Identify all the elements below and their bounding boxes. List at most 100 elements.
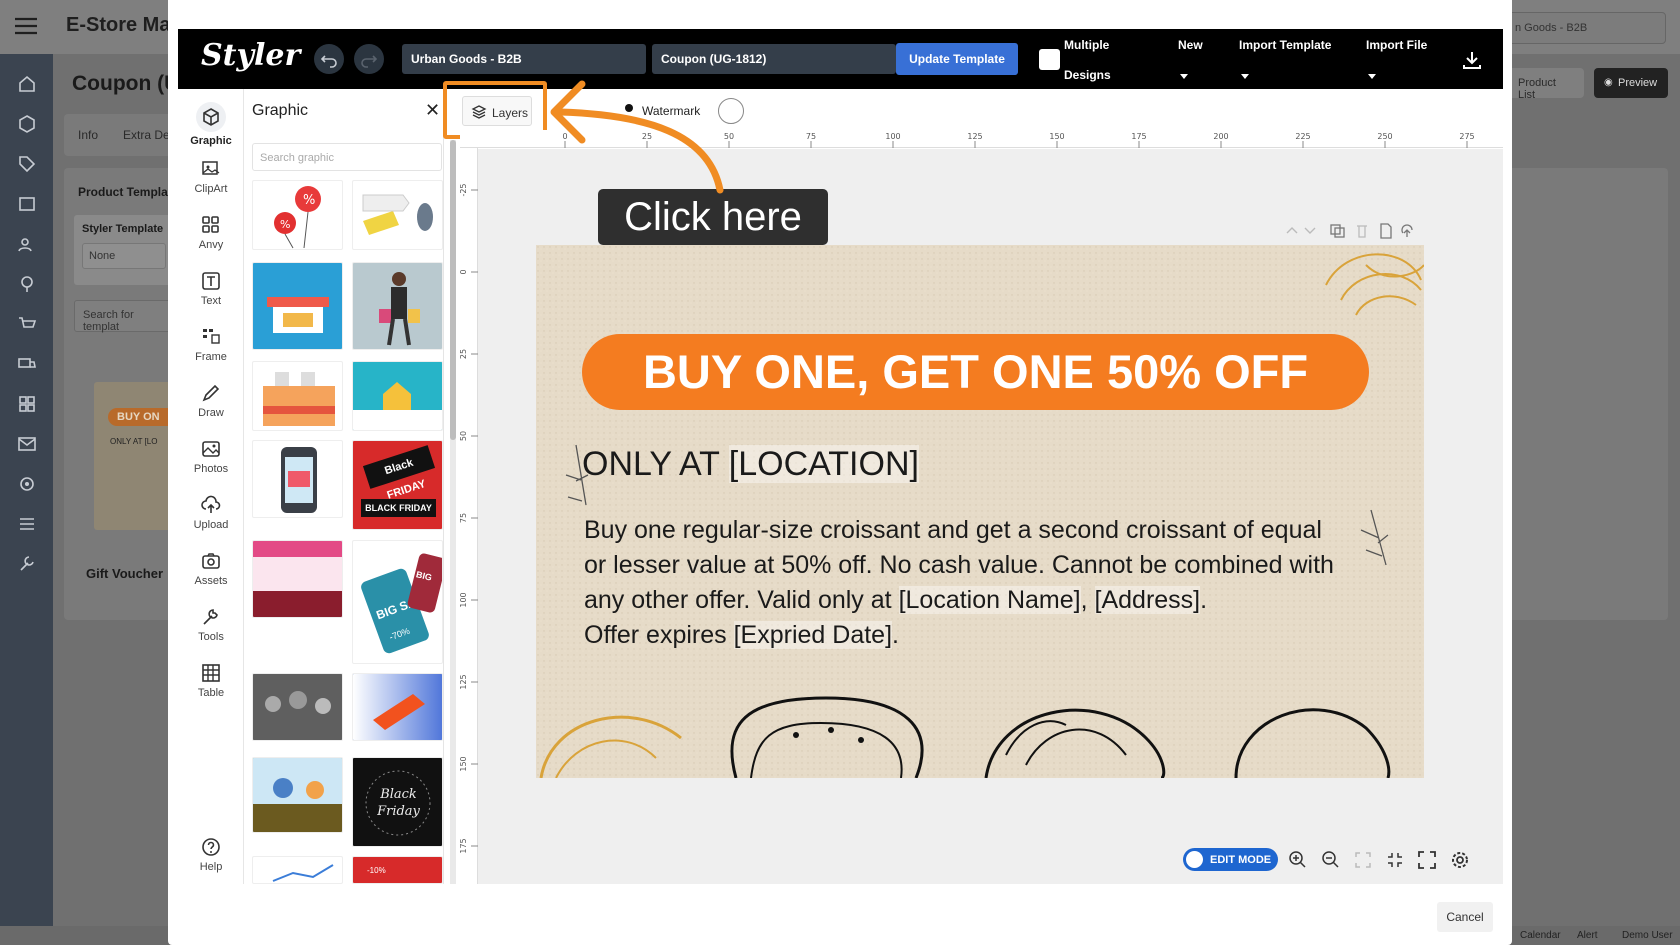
graphic-real-estate[interactable] xyxy=(352,361,443,431)
coupon-design[interactable]: BUY ONE, GET ONE 50% OFF ONLY AT [LOCATI… xyxy=(536,245,1424,778)
rail-item-table[interactable]: Table xyxy=(178,662,244,699)
preview-label: Preview xyxy=(1618,77,1658,89)
new-caret-icon[interactable] xyxy=(1180,74,1188,79)
zoom-in-icon[interactable] xyxy=(1286,848,1310,872)
zoom-out-icon[interactable] xyxy=(1319,848,1343,872)
click-here-tooltip: Click here xyxy=(598,189,828,245)
gear-icon[interactable] xyxy=(1448,848,1472,872)
styler-template-select[interactable]: None xyxy=(82,243,166,269)
graphic-balloons[interactable]: %% xyxy=(252,180,343,250)
grid-icon xyxy=(200,214,222,236)
graphic-pink-store[interactable] xyxy=(252,540,343,618)
sliders-icon[interactable] xyxy=(17,514,37,534)
import-file-caret-icon[interactable] xyxy=(1368,74,1376,79)
rail-item-anvy[interactable]: Anvy xyxy=(178,214,244,251)
ruler-h-label: 150 xyxy=(1049,132,1064,141)
home-icon[interactable] xyxy=(17,74,37,94)
cart-icon[interactable] xyxy=(17,314,37,334)
product-list-button[interactable]: Product List xyxy=(1508,68,1584,101)
image-icon[interactable] xyxy=(17,194,37,214)
truck-icon[interactable] xyxy=(17,354,37,374)
apps-icon[interactable] xyxy=(17,394,37,414)
users-icon[interactable] xyxy=(17,234,37,254)
tab-info[interactable]: Info xyxy=(78,128,98,142)
mail-icon[interactable] xyxy=(17,434,37,454)
rail-item-tools[interactable]: Tools xyxy=(178,606,244,643)
footer-calendar[interactable]: Calendar xyxy=(1520,930,1561,941)
location-token: [LOCATION] xyxy=(728,445,919,483)
ruler-v-label: 25 xyxy=(459,349,468,359)
tag-icon[interactable] xyxy=(17,154,37,174)
hamburger-icon[interactable] xyxy=(14,16,38,36)
ruler-v-label: 150 xyxy=(459,756,468,771)
rail-item-draw[interactable]: Draw xyxy=(178,382,244,419)
graphic-black-friday[interactable]: Black FRIDAY BLACK FRIDAY xyxy=(352,440,443,530)
rail-item-help[interactable]: Help xyxy=(178,836,244,873)
graphic-mobile-shop[interactable] xyxy=(252,440,343,518)
rail-item-photos[interactable]: Photos xyxy=(178,438,244,475)
cancel-button[interactable]: Cancel xyxy=(1437,902,1493,932)
rail-item-upload[interactable]: Upload xyxy=(178,494,244,531)
import-template-menu[interactable]: Import Template xyxy=(1239,38,1331,52)
fullscreen-icon[interactable] xyxy=(1415,848,1439,872)
tab-extra[interactable]: Extra De xyxy=(123,128,170,142)
download-icon[interactable] xyxy=(1461,49,1483,71)
coupon-body[interactable]: Buy one regular-size croissant and get a… xyxy=(584,513,1384,653)
graphic-online-store[interactable] xyxy=(252,262,343,350)
rail-item-label: Tools xyxy=(198,631,224,643)
coupon-banner[interactable]: BUY ONE, GET ONE 50% OFF xyxy=(582,334,1369,410)
svg-text:%: % xyxy=(303,193,315,208)
template-search[interactable]: Search for templat xyxy=(74,300,174,333)
gift-voucher-thumbnail[interactable]: BUY ON ONLY AT [LO xyxy=(94,382,174,530)
graphic-crowd[interactable] xyxy=(252,673,343,741)
wrench-icon[interactable] xyxy=(17,554,37,574)
import-file-menu[interactable]: Import File xyxy=(1366,38,1427,52)
rail-item-clipart[interactable]: ClipArt xyxy=(178,158,244,195)
update-template-button[interactable]: Update Template xyxy=(896,43,1018,75)
fit-icon[interactable] xyxy=(1351,848,1375,872)
store-select[interactable]: n Goods - B2B xyxy=(1506,12,1666,44)
settings-icon[interactable] xyxy=(17,474,37,494)
graphic-orange-tag[interactable] xyxy=(352,673,443,741)
footer-alert[interactable]: Alert xyxy=(1577,930,1598,941)
undo-button[interactable] xyxy=(314,44,344,74)
rail-item-label: Text xyxy=(200,295,222,307)
new-menu[interactable]: New xyxy=(1178,38,1203,52)
close-icon[interactable]: ✕ xyxy=(425,100,440,121)
rail-item-frame[interactable]: Frame xyxy=(178,326,244,363)
graphic-discount[interactable]: -10% xyxy=(352,856,443,884)
coupon-line-4: Offer expires [Expried Date]. xyxy=(584,618,1384,653)
coupon-location[interactable]: ONLY AT [LOCATION] xyxy=(582,445,919,484)
shrink-icon[interactable] xyxy=(1383,848,1407,872)
rail-item-text[interactable]: Text xyxy=(178,270,244,307)
location-icon[interactable] xyxy=(17,274,37,294)
graphic-shop-building[interactable] xyxy=(252,361,343,431)
line4-suffix: . xyxy=(892,621,899,649)
coupon-line-3: any other offer. Valid only at [Location… xyxy=(584,583,1384,618)
graphic-shopper[interactable] xyxy=(352,262,443,350)
graphic-chart[interactable] xyxy=(252,856,343,884)
graphic-price-tags[interactable] xyxy=(352,180,443,250)
edit-mode-toggle[interactable]: EDIT MODE xyxy=(1183,848,1278,871)
line4-prefix: Offer expires xyxy=(584,621,734,649)
panel-scrollbar-thumb[interactable] xyxy=(450,140,456,440)
box-icon[interactable] xyxy=(17,114,37,134)
upload-icon xyxy=(200,494,222,516)
graphic-big-sale[interactable]: BIG SALE -70% BIG xyxy=(352,540,443,664)
graphic-toy-shop[interactable] xyxy=(252,757,343,833)
rail-item-assets[interactable]: Assets xyxy=(178,550,244,587)
multiple-designs-checkbox[interactable] xyxy=(1039,49,1060,70)
import-template-caret-icon[interactable] xyxy=(1241,74,1249,79)
frame-icon xyxy=(200,326,222,348)
background-right-card xyxy=(1506,168,1668,620)
rail-item-graphic[interactable]: Graphic xyxy=(178,102,244,147)
graphic-search-input[interactable]: Search graphic xyxy=(252,143,442,171)
graphic-black-friday-badge[interactable]: Black Friday xyxy=(352,757,443,847)
redo-button[interactable] xyxy=(354,44,384,74)
discount-label: -10% xyxy=(367,866,386,875)
help-icon xyxy=(200,836,222,858)
coupon-line-2: or lesser value at 50% off. No cash valu… xyxy=(584,551,1334,579)
preview-button[interactable]: ◉ Preview xyxy=(1594,68,1668,98)
footer-user[interactable]: Demo User xyxy=(1622,930,1673,941)
styler-logo: Styler xyxy=(201,38,301,73)
